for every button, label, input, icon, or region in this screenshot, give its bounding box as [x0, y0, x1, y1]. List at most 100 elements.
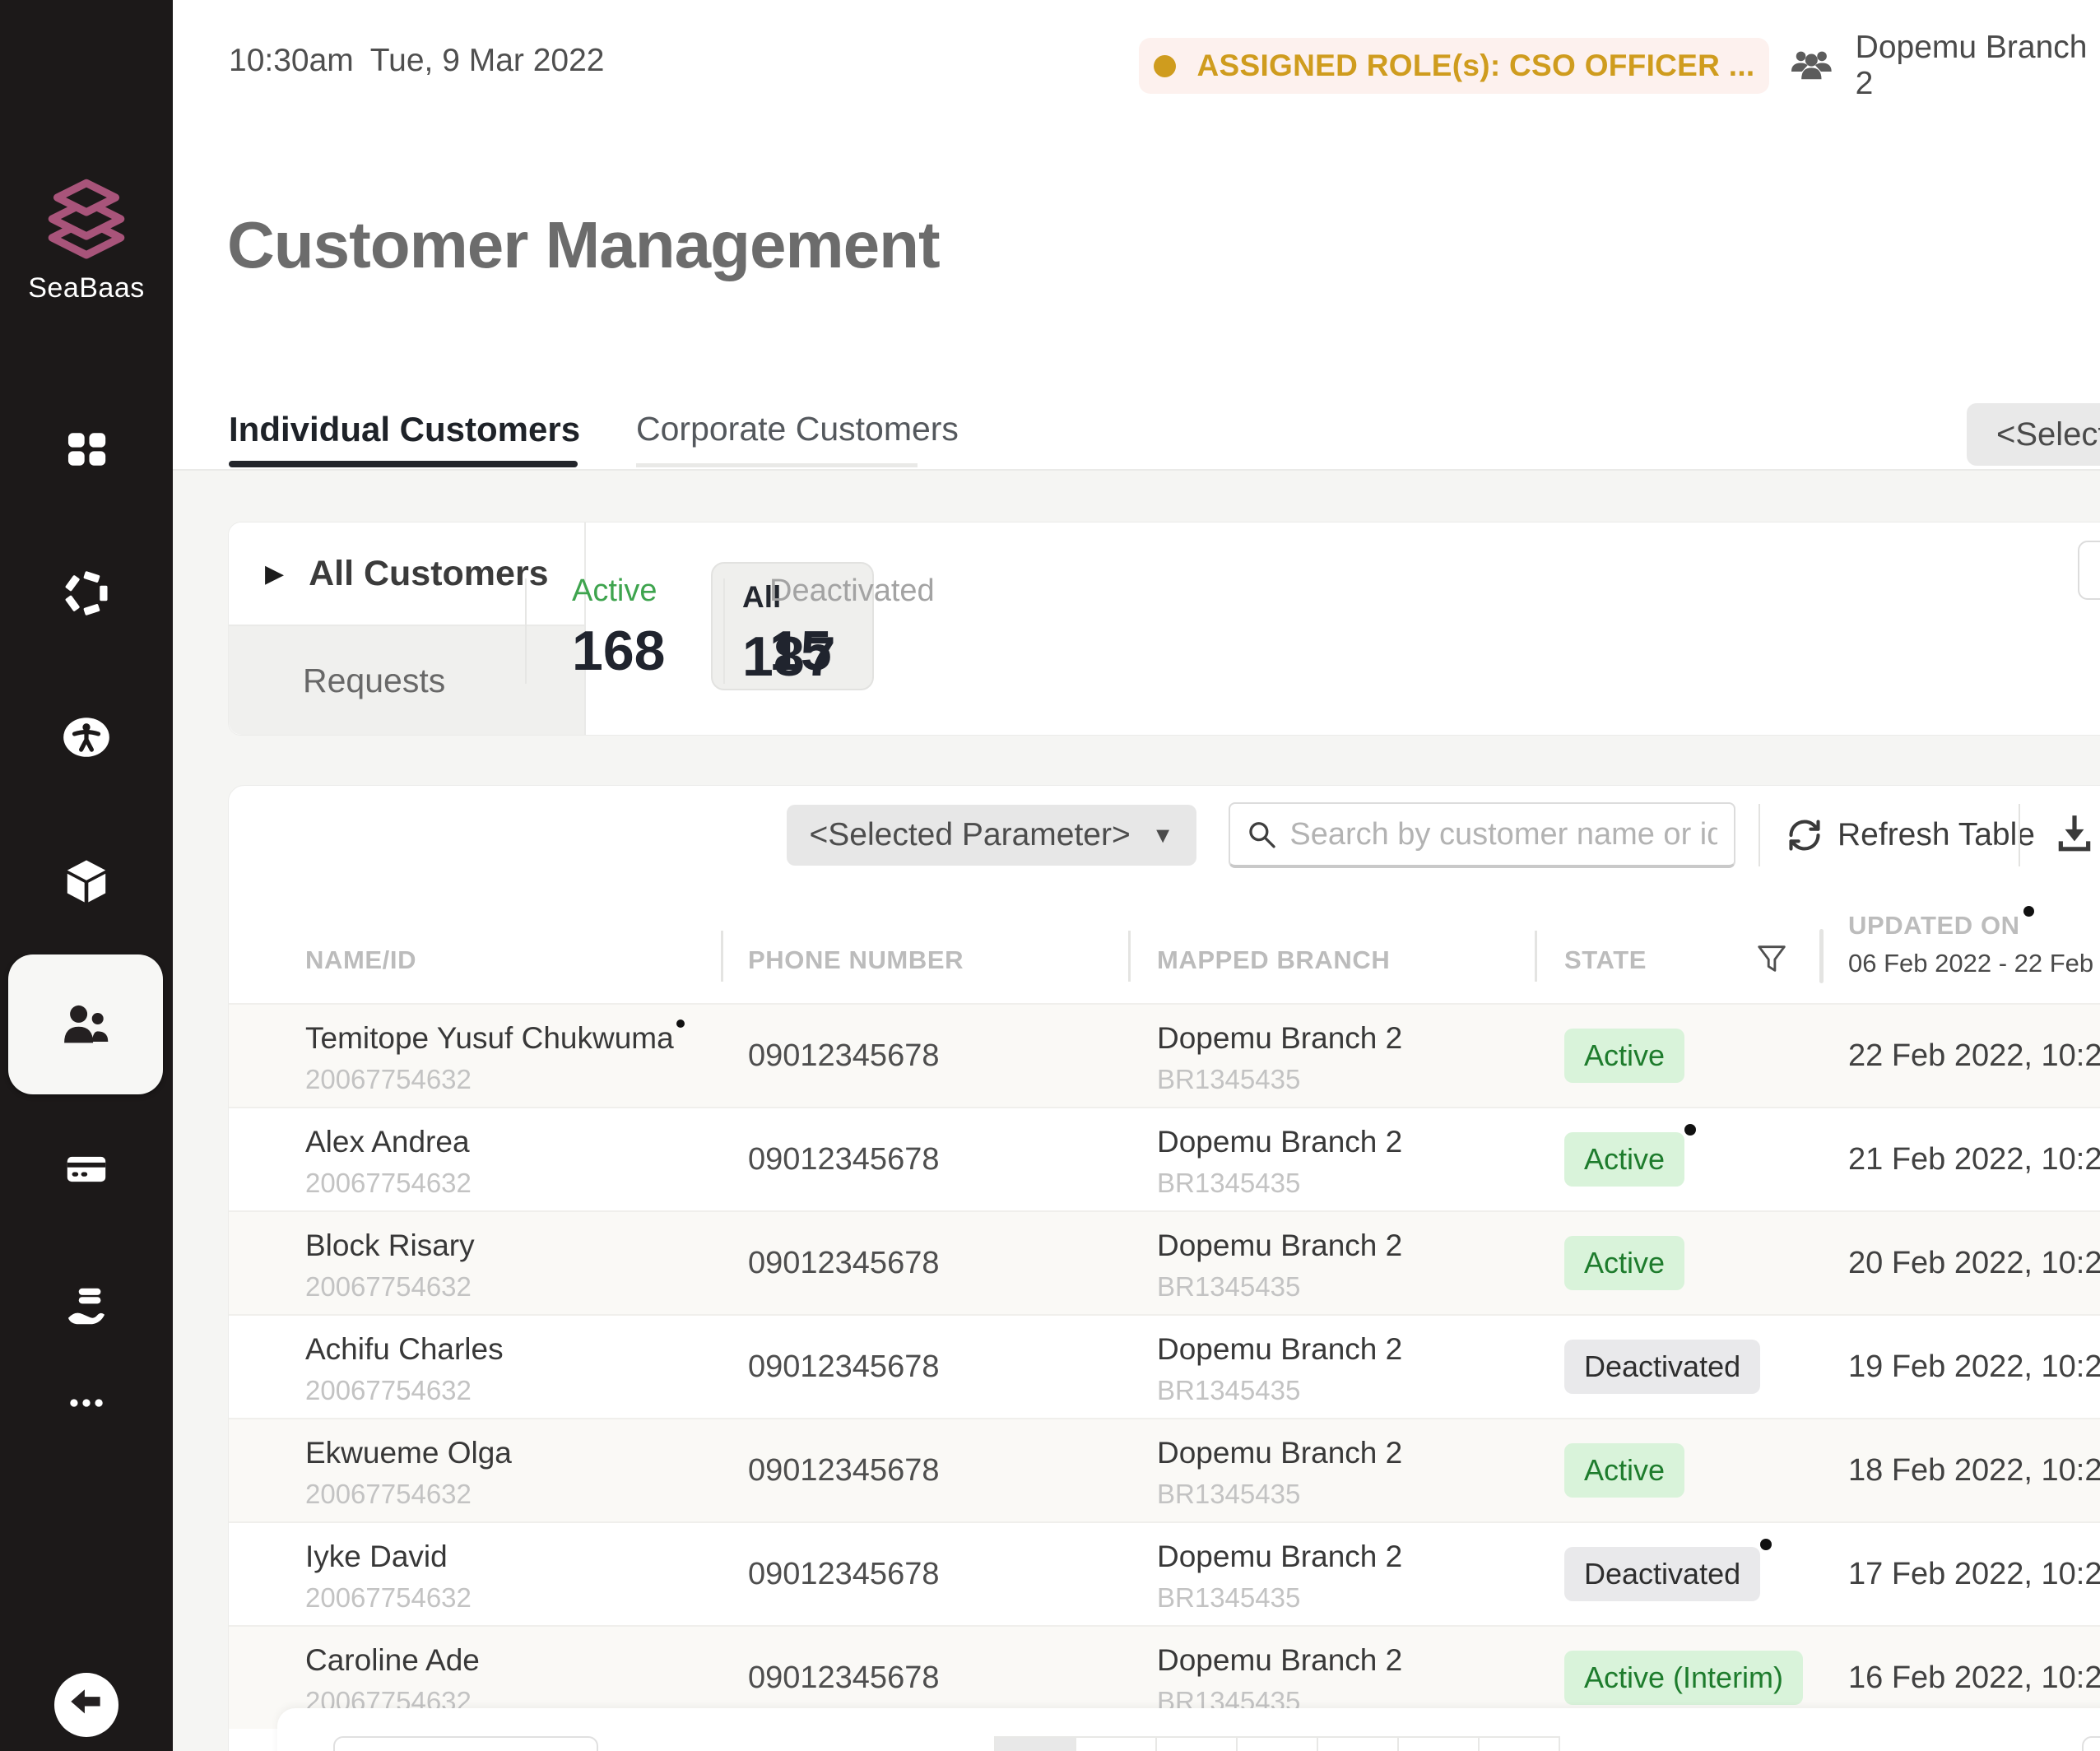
- table-row[interactable]: Block Risary 20067754632 09012345678 Dop…: [229, 1210, 2100, 1314]
- state-badge: Active: [1564, 1443, 1684, 1498]
- branch-code: BR1345435: [1157, 1168, 1535, 1199]
- selected-parameter-top-button[interactable]: <Selecte: [1967, 403, 2100, 466]
- dashboard-grid-icon: [63, 425, 110, 473]
- mapped-branch: Dopemu Branch 2: [1157, 1540, 1535, 1574]
- stat-deactivated[interactable]: Deactivated 15: [769, 574, 935, 683]
- role-dot-icon: [1154, 55, 1176, 77]
- phone-number: 09012345678: [721, 1316, 1128, 1418]
- search-icon: [1247, 818, 1276, 851]
- sidebar-item-products[interactable]: [0, 857, 173, 905]
- search-input[interactable]: [1289, 817, 1717, 852]
- customer-id: 20067754632: [305, 1168, 721, 1199]
- state-text: Deactivated: [1584, 1557, 1740, 1591]
- table-row[interactable]: Ekwueme Olga 20067754632 09012345678 Dop…: [229, 1418, 2100, 1521]
- stat-divider: [525, 578, 527, 684]
- stat-active[interactable]: Active 168: [572, 574, 665, 683]
- selected-parameter-dropdown[interactable]: <Selected Parameter> ▼: [787, 805, 1196, 866]
- updated-on: 17 Feb 2022, 10:22: [1819, 1523, 2100, 1625]
- updated-on: 22 Feb 2022, 10:22: [1819, 1005, 2100, 1107]
- sidebar-item-more[interactable]: [0, 1379, 173, 1427]
- pagination-page-cell[interactable]: [1317, 1736, 1399, 1751]
- pagination-page-cell[interactable]: [1478, 1736, 1560, 1751]
- table-row[interactable]: Alex Andrea 20067754632 09012345678 Dope…: [229, 1107, 2100, 1210]
- customer-id: 20067754632: [305, 1582, 721, 1614]
- seabaas-logo-icon: [44, 174, 129, 260]
- phone-number: 09012345678: [721, 1212, 1128, 1314]
- table-row[interactable]: Iyke David 20067754632 09012345678 Dopem…: [229, 1521, 2100, 1625]
- updated-on: 20 Feb 2022, 10:22: [1819, 1212, 2100, 1314]
- divider: [2019, 804, 2020, 866]
- refresh-table-button[interactable]: Refresh Table: [1786, 806, 2035, 865]
- branch-code: BR1345435: [1157, 1064, 1535, 1095]
- sidebar-item-cards[interactable]: [0, 1145, 173, 1193]
- table-row[interactable]: Temitope Yusuf Chukwuma 20067754632 0901…: [229, 1003, 2100, 1107]
- sidebar: SeaBaas: [0, 0, 173, 1751]
- stat-divider: [723, 578, 725, 684]
- sidebar-item-transactions[interactable]: [0, 569, 173, 617]
- branch-code: BR1345435: [1157, 1479, 1535, 1510]
- customer-id: 20067754632: [305, 1271, 721, 1303]
- updated-on-label: UPDATED ON: [1848, 911, 2020, 940]
- download-button[interactable]: [2054, 812, 2095, 857]
- table-row[interactable]: Achifu Charles 20067754632 09012345678 D…: [229, 1314, 2100, 1418]
- customer-name: Block Risary: [305, 1228, 475, 1262]
- state-text: Active: [1584, 1038, 1665, 1072]
- pagination-page-cell[interactable]: [1236, 1736, 1318, 1751]
- stat-deactivated-label: Deactivated: [769, 574, 935, 609]
- card-icon: [63, 1145, 110, 1193]
- active-tab-underline: [229, 461, 578, 467]
- nav-requests[interactable]: Requests: [229, 626, 584, 735]
- updated-date-range: 06 Feb 2022 - 22 Feb 202: [1848, 949, 2100, 978]
- branch-selector[interactable]: Dopemu Branch 2: [1787, 36, 2100, 95]
- state-notification-dot: [1760, 1539, 1772, 1550]
- phone-number: 09012345678: [721, 1005, 1128, 1107]
- state-badge: Active (Interim): [1564, 1651, 1803, 1705]
- screen: SeaBaas: [0, 0, 2100, 1751]
- ellipsis-icon: [63, 1379, 110, 1427]
- state-badge: Active: [1564, 1132, 1684, 1187]
- add-customer-button-clipped[interactable]: A: [2078, 541, 2100, 600]
- tab-corporate-customers[interactable]: Corporate Customers: [636, 410, 959, 448]
- pagination-next-button[interactable]: [2082, 1736, 2100, 1751]
- sidebar-item-dashboard[interactable]: [0, 425, 173, 473]
- state-badge: Deactivated: [1564, 1547, 1760, 1601]
- state-badge: Active: [1564, 1029, 1684, 1083]
- stat-active-label: Active: [572, 574, 665, 609]
- state-text: Active: [1584, 1453, 1665, 1487]
- branch-code: BR1345435: [1157, 1375, 1535, 1406]
- pagination-previous-button[interactable]: [333, 1736, 598, 1751]
- nav-all-customers[interactable]: ▶ All Customers: [229, 523, 584, 626]
- table-header: NAME/ID PHONE NUMBER MAPPED BRANCH STATE…: [229, 924, 2100, 1003]
- state-badge: Deactivated: [1564, 1340, 1760, 1394]
- filter-funnel-icon[interactable]: [1755, 942, 1790, 1003]
- download-icon: [2054, 812, 2095, 853]
- customer-nav: ▶ All Customers Requests: [229, 523, 586, 735]
- branch-name: Dopemu Branch 2: [1856, 30, 2100, 102]
- stat-active-value: 168: [572, 619, 665, 683]
- header-phone-number: PHONE NUMBER: [721, 924, 1128, 1003]
- sidebar-item-loans[interactable]: [0, 1284, 173, 1331]
- divider: [1759, 804, 1760, 866]
- page-title: Customer Management: [227, 207, 940, 283]
- cube-icon: [63, 857, 110, 905]
- pagination-page-cell[interactable]: [1075, 1736, 1157, 1751]
- mapped-branch: Dopemu Branch 2: [1157, 1228, 1535, 1263]
- sidebar-item-customers[interactable]: [8, 954, 163, 1094]
- collapse-sidebar-button[interactable]: [54, 1673, 118, 1737]
- all-customers-label: All Customers: [309, 554, 549, 594]
- state-header-label: STATE: [1564, 945, 1647, 1003]
- sidebar-item-accessibility[interactable]: [0, 713, 173, 761]
- pagination-page-cell[interactable]: [994, 1736, 1076, 1751]
- customer-name: Caroline Ade: [305, 1643, 480, 1677]
- pagination-bar: [277, 1708, 2100, 1751]
- tab-individual-customers[interactable]: Individual Customers: [229, 410, 580, 449]
- pagination-page-cell[interactable]: [1155, 1736, 1238, 1751]
- datetime: 10:30am Tue, 9 Mar 2022: [229, 43, 605, 79]
- header-mapped-branch: MAPPED BRANCH: [1128, 924, 1535, 1003]
- updated-on: 21 Feb 2022, 10:22: [1819, 1108, 2100, 1210]
- customer-name: Ekwueme Olga: [305, 1436, 512, 1470]
- pagination-page-cell[interactable]: [1397, 1736, 1480, 1751]
- accessibility-icon: [63, 713, 110, 761]
- main-area: 10:30am Tue, 9 Mar 2022 ASSIGNED ROLE(s)…: [173, 0, 2100, 1751]
- state-text: Deactivated: [1584, 1349, 1740, 1383]
